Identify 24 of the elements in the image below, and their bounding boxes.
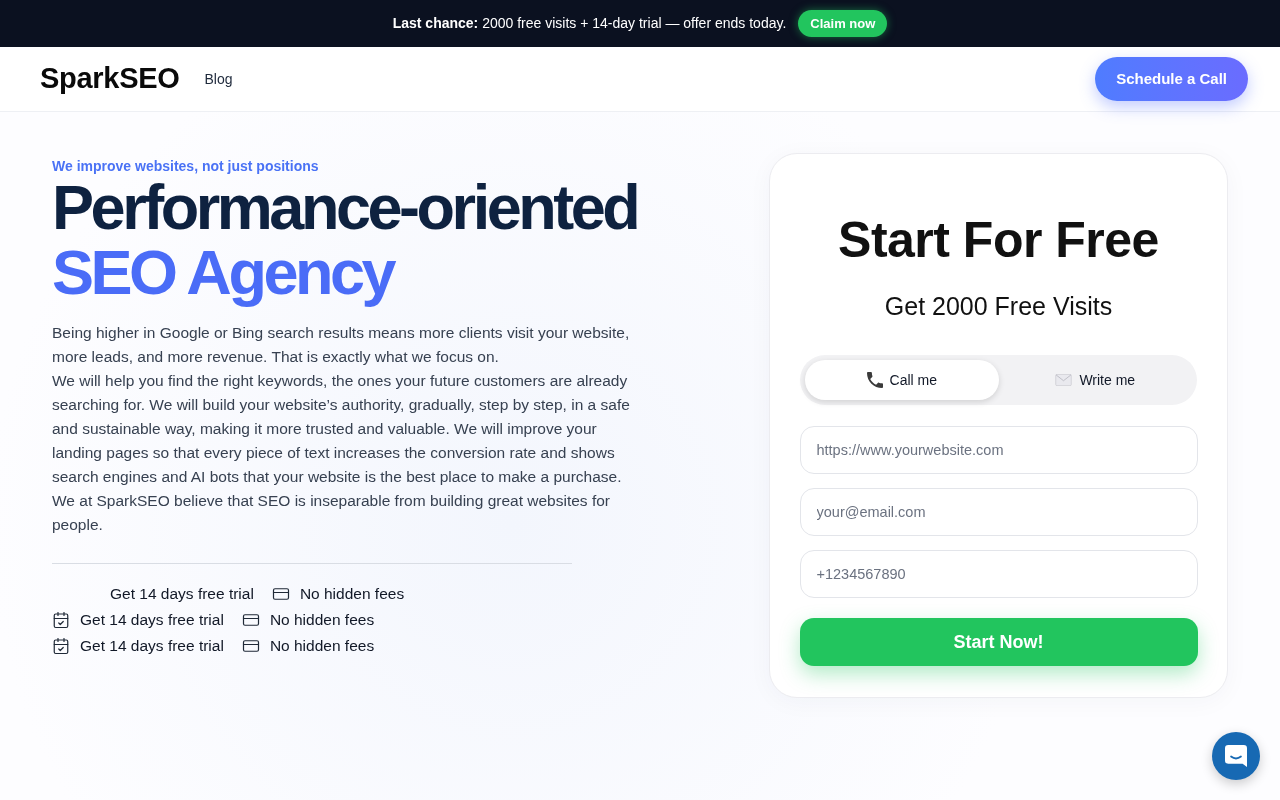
signup-input-field[interactable]: https://www.yourwebsite.com	[799, 426, 1198, 474]
contact-method-tab[interactable]: Call me	[805, 360, 999, 400]
feature-label: No hidden fees	[299, 585, 405, 603]
feature-label: Get 14 days free trial	[80, 637, 224, 655]
feature-label: Get 14 days free trial	[80, 611, 224, 629]
feature-label: No hidden fees	[269, 637, 375, 655]
hero-paragraph: Being higher in Google or Bing search results means more clients visit your website, more leads, and more revenue. That is exactly what we focus on.	[52, 323, 631, 367]
nav-link[interactable]: Blog	[204, 68, 233, 90]
schedule-call-button[interactable]: Schedule a Call	[1095, 57, 1248, 101]
logo[interactable]: SparkSEO	[40, 57, 180, 101]
promo-message: Last chance: 2000 free visits + 14-day trial — offer ends today.	[392, 14, 787, 33]
signup-input-field[interactable]: your@email.com	[799, 488, 1198, 536]
phone-icon	[866, 372, 883, 388]
contact-method-tab[interactable]: Write me	[998, 360, 1192, 400]
hero-paragraph: We will help you find the right keywords, the ones your future customers are already searching for. We will build your website’s authority, gradually, step by step, in a safe and sustainable way, making it more trusted and valuable. We will improve your landing pages so that every piece of text increases the conversion rate and shows search engines and AI bots that your website is the best place to make a purchase.	[52, 371, 631, 487]
hero-heading: Performance-oriented SEO Agency	[52, 175, 638, 305]
signup-subtitle: Get 2000 Free Visits	[884, 291, 1113, 321]
hero-paragraph: We at SparkSEO believe that SEO is inseparable from building great websites for people.	[52, 491, 611, 535]
hero-eyebrow: We improve websites, not just positions	[52, 157, 319, 176]
feature-label: No hidden fees	[269, 611, 375, 629]
chat-icon	[1225, 745, 1247, 767]
signup-input-field[interactable]: +1234567890	[799, 550, 1198, 598]
envelope-icon	[1055, 374, 1073, 386]
signup-title: Start For Free	[838, 211, 1159, 270]
